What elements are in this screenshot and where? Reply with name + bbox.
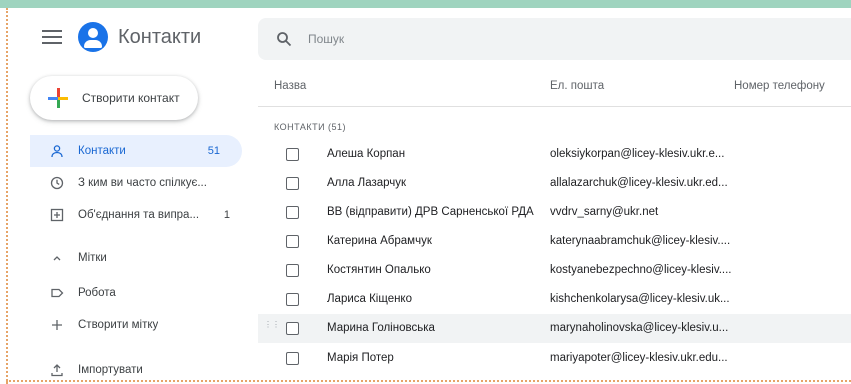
frame-top-border	[0, 0, 851, 8]
contacts-logo-icon	[78, 22, 108, 52]
sidebar-item-label: Мітки	[78, 252, 107, 264]
contact-email: mariyapoter@licey-klesiv.ukr.edu...	[550, 352, 728, 364]
table-row[interactable]: Катерина Абрамчук katerynaabramchuk@lice…	[258, 227, 851, 256]
header-divider	[258, 106, 851, 107]
sidebar-item-label: Об'єднання та випра...	[78, 209, 200, 221]
column-header-email[interactable]: Ел. пошта	[550, 80, 604, 92]
table-row[interactable]: Костянтин Опалько kostyanebezpechno@lice…	[258, 256, 851, 285]
contact-name: Алеша Корпан	[327, 148, 406, 160]
sidebar-item-import[interactable]: Імпортувати	[30, 354, 242, 384]
search-icon[interactable]	[276, 31, 292, 47]
row-checkbox[interactable]	[286, 293, 299, 306]
sidebar-item-frequent[interactable]: З ким ви часто спілкує...	[30, 167, 242, 199]
contact-email: kishchenkolarysa@licey-klesiv.uk...	[550, 293, 730, 305]
contact-email: vvdrv_sarny@ukr.net	[550, 206, 659, 218]
contact-email: oleksiykorpan@licey-klesiv.ukr.e...	[550, 148, 725, 160]
table-row[interactable]: Марія Потер mariyapoter@licey-klesiv.ukr…	[258, 344, 851, 373]
contact-email: marynaholinovska@licey-klesiv.u...	[550, 322, 729, 334]
main-menu-button[interactable]	[42, 30, 62, 44]
sidebar-item-create-label[interactable]: Створити мітку	[30, 309, 242, 341]
contact-email: kostyanebezpechno@licey-klesiv....	[550, 264, 732, 276]
column-header-phone[interactable]: Номер телефону	[734, 80, 825, 92]
row-checkbox[interactable]	[286, 177, 299, 190]
table-row[interactable]: ⋮⋮ Марина Голіновська marynaholinovska@l…	[258, 314, 851, 343]
sidebar-item-label: Контакти	[78, 145, 126, 157]
drag-handle-icon[interactable]: ⋮⋮	[264, 321, 280, 335]
app-title: Контакти	[118, 26, 202, 48]
contact-name: Костянтин Опалько	[327, 264, 431, 276]
row-checkbox[interactable]	[286, 235, 299, 248]
search-bar[interactable]	[258, 18, 851, 60]
add-icon	[50, 318, 64, 332]
table-row[interactable]: ВВ (відправити) ДРВ Сарненської РДА vvdr…	[258, 198, 851, 227]
contacts-app: Контакти Створити контакт Контакти 51 З …	[12, 8, 851, 378]
sidebar-item-label: Робота	[78, 287, 116, 299]
contacts-count-badge: 51	[207, 145, 220, 157]
row-checkbox[interactable]	[286, 264, 299, 277]
merge-count-badge: 1	[223, 209, 230, 221]
search-input[interactable]	[308, 29, 608, 49]
contact-name: Лариса Кіщенко	[327, 293, 412, 305]
chevron-up-icon	[50, 251, 64, 265]
contact-name: ВВ (відправити) ДРВ Сарненської РДА	[327, 206, 534, 218]
column-header-name[interactable]: Назва	[274, 80, 306, 92]
row-checkbox[interactable]	[286, 206, 299, 219]
contact-name: Алла Лазарчук	[327, 177, 407, 189]
sidebar-item-merge[interactable]: Об'єднання та випра... 1	[30, 199, 242, 231]
sidebar-item-contacts[interactable]: Контакти 51	[30, 135, 242, 167]
table-row[interactable]: Лариса Кіщенко kishchenkolarysa@licey-kl…	[258, 285, 851, 314]
person-icon	[50, 144, 64, 158]
sidebar-item-labels-header[interactable]: Мітки	[30, 242, 242, 274]
create-contact-button[interactable]: Створити контакт	[30, 76, 198, 120]
sidebar-item-label: Імпортувати	[78, 364, 143, 376]
import-icon	[50, 363, 64, 377]
row-checkbox[interactable]	[286, 148, 299, 161]
contact-email: allalazarchuk@licey-klesiv.ukr.ed...	[550, 177, 728, 189]
row-checkbox[interactable]	[286, 322, 299, 335]
table-row[interactable]: Алеша Корпан oleksiykorpan@licey-klesiv.…	[258, 140, 851, 169]
merge-icon	[50, 208, 64, 222]
contact-name: Марія Потер	[327, 352, 394, 364]
contact-name: Катерина Абрамчук	[327, 235, 432, 247]
sidebar-item-work[interactable]: Робота	[30, 277, 242, 309]
sidebar-item-label: З ким ви часто спілкує...	[78, 177, 207, 189]
label-icon	[50, 286, 64, 300]
sidebar-item-label: Створити мітку	[78, 319, 159, 331]
frame-left-border	[6, 8, 8, 384]
contact-name: Марина Голіновська	[327, 322, 435, 334]
table-row[interactable]: Алла Лазарчук allalazarchuk@licey-klesiv…	[258, 169, 851, 198]
contact-email: katerynaabramchuk@licey-klesiv....	[550, 235, 731, 247]
history-icon	[50, 176, 64, 190]
plus-icon	[48, 88, 68, 108]
section-label-contacts: КОНТАКТИ (51)	[274, 122, 347, 132]
create-contact-label: Створити контакт	[82, 91, 180, 105]
row-checkbox[interactable]	[286, 352, 299, 365]
